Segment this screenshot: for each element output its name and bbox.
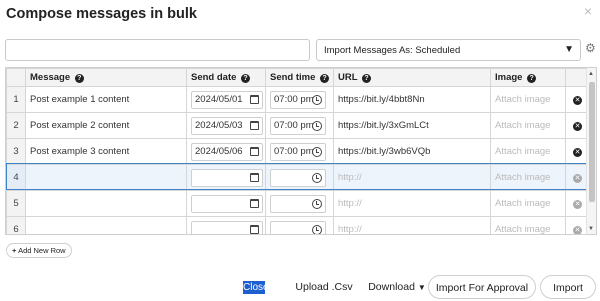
row-number-header — [6, 68, 26, 87]
plus-icon: + — [12, 246, 17, 255]
url-cell[interactable]: https://bit.ly/3xGmLCt — [333, 112, 491, 139]
column-header-message: Message ? — [25, 68, 187, 87]
row-number: 5 — [6, 190, 26, 217]
send-time-field[interactable] — [270, 194, 326, 213]
download-label: Download — [368, 281, 415, 293]
scroll-down-icon[interactable]: ▼ — [588, 226, 594, 232]
help-icon[interactable]: ? — [320, 74, 330, 83]
row-number: 4 — [6, 164, 26, 191]
import-button[interactable]: Import — [540, 275, 596, 299]
clock-icon[interactable] — [312, 224, 322, 234]
import-as-value: Import Messages As: Scheduled — [324, 45, 461, 56]
calendar-icon[interactable] — [250, 172, 259, 182]
send-date-field[interactable] — [191, 194, 263, 213]
column-header-send-date: Send date ? — [186, 68, 266, 87]
close-button[interactable]: Close — [243, 281, 269, 294]
send-time-field[interactable]: 07:00 pm — [270, 90, 326, 109]
message-cell[interactable]: Post example 3 content — [25, 138, 187, 165]
message-cell[interactable]: Post example 2 content — [25, 112, 187, 139]
url-cell[interactable]: http:// — [333, 164, 491, 191]
calendar-icon[interactable] — [250, 198, 259, 208]
row-number: 1 — [6, 86, 26, 113]
url-cell[interactable]: http:// — [333, 190, 491, 217]
attach-image-cell[interactable]: Attach image — [490, 138, 566, 165]
send-date-field[interactable]: 2024/05/06 — [191, 142, 263, 161]
table-row: 3 Post example 3 content 2024/05/06 07:0… — [6, 138, 590, 165]
url-cell[interactable]: https://bit.ly/3wb6VQb — [333, 138, 491, 165]
help-icon[interactable]: ? — [74, 74, 84, 83]
modal-title: Compose messages in bulk — [6, 6, 197, 22]
table-row: 2 Post example 2 content 2024/05/03 07:0… — [6, 112, 590, 139]
attach-image-cell[interactable]: Attach image — [490, 190, 566, 217]
clock-icon[interactable] — [312, 198, 322, 209]
message-cell[interactable] — [25, 164, 187, 191]
scrollbar-thumb[interactable] — [589, 82, 595, 202]
remove-row-icon[interactable]: ✕ — [573, 148, 582, 157]
url-cell[interactable]: http:// — [333, 216, 491, 234]
table-row: 1 Post example 1 content 2024/05/01 07:0… — [6, 86, 590, 113]
calendar-icon[interactable] — [250, 94, 259, 104]
attach-image-cell[interactable]: Attach image — [490, 86, 566, 113]
url-cell[interactable]: https://bit.ly/4bbt8Nn — [333, 86, 491, 113]
column-header-send-time: Send time ? — [265, 68, 334, 87]
messages-grid: Message ? Send date ? Send time ? URL ? … — [5, 67, 597, 235]
remove-row-icon[interactable]: ✕ — [573, 174, 582, 183]
column-header-url: URL ? — [333, 68, 491, 87]
attach-image-cell[interactable]: Attach image — [490, 216, 566, 234]
upload-csv-button[interactable]: Upload .Csv — [288, 275, 360, 299]
message-cell[interactable] — [25, 216, 187, 234]
add-new-row-label: Add New Row — [18, 246, 66, 255]
import-as-select[interactable]: Import Messages As: Scheduled ▼ — [316, 39, 581, 61]
chevron-down-icon: ▼ — [417, 283, 426, 292]
remove-row-icon[interactable]: ✕ — [573, 226, 582, 234]
row-number: 6 — [6, 216, 26, 234]
gear-icon[interactable]: ⚙ — [585, 41, 596, 55]
search-input[interactable] — [5, 39, 310, 61]
send-time-field[interactable]: 07:00 pm — [270, 142, 326, 161]
calendar-icon[interactable] — [250, 120, 259, 130]
send-date-field[interactable] — [191, 220, 263, 234]
send-time-field[interactable] — [270, 168, 326, 187]
table-row: 5 http:// Attach image ✕ — [6, 190, 590, 217]
help-icon[interactable]: ? — [527, 74, 537, 83]
help-icon[interactable]: ? — [362, 74, 371, 83]
clock-icon[interactable] — [312, 172, 322, 183]
row-number: 2 — [6, 112, 26, 139]
help-icon[interactable]: ? — [241, 74, 251, 83]
download-button[interactable]: Download ▼ — [365, 275, 429, 299]
send-date-field[interactable]: 2024/05/01 — [191, 90, 263, 109]
send-date-field[interactable]: 2024/05/03 — [191, 116, 263, 135]
remove-row-icon[interactable]: ✕ — [573, 122, 582, 131]
message-cell[interactable] — [25, 190, 187, 217]
import-for-approval-button[interactable]: Import For Approval — [428, 275, 536, 299]
row-number: 3 — [6, 138, 26, 165]
scroll-up-icon[interactable]: ▲ — [588, 71, 594, 77]
send-time-field[interactable]: 07:00 pm — [270, 116, 326, 135]
attach-image-cell[interactable]: Attach image — [490, 112, 566, 139]
column-header-image: Image ? — [490, 68, 566, 87]
message-cell[interactable]: Post example 1 content — [25, 86, 187, 113]
chevron-down-icon: ▼ — [564, 44, 574, 55]
clock-icon[interactable] — [312, 94, 322, 105]
attach-image-cell[interactable]: Attach image — [490, 164, 566, 191]
remove-row-icon[interactable]: ✕ — [573, 200, 582, 209]
clock-icon[interactable] — [312, 146, 322, 157]
table-row: 6 http:// Attach image ✕ — [6, 216, 590, 234]
calendar-icon[interactable] — [250, 146, 259, 156]
calendar-icon[interactable] — [250, 224, 259, 234]
clock-icon[interactable] — [312, 120, 322, 131]
remove-row-icon[interactable]: ✕ — [573, 96, 582, 105]
table-row-active: 4 http:// Attach image ✕ — [6, 164, 590, 191]
grid-scrollbar[interactable]: ▲ ▼ — [586, 68, 596, 234]
close-icon[interactable]: × — [584, 3, 592, 19]
send-time-field[interactable] — [270, 220, 326, 234]
add-new-row-button[interactable]: + Add New Row — [6, 243, 72, 258]
send-date-field[interactable] — [191, 168, 263, 187]
